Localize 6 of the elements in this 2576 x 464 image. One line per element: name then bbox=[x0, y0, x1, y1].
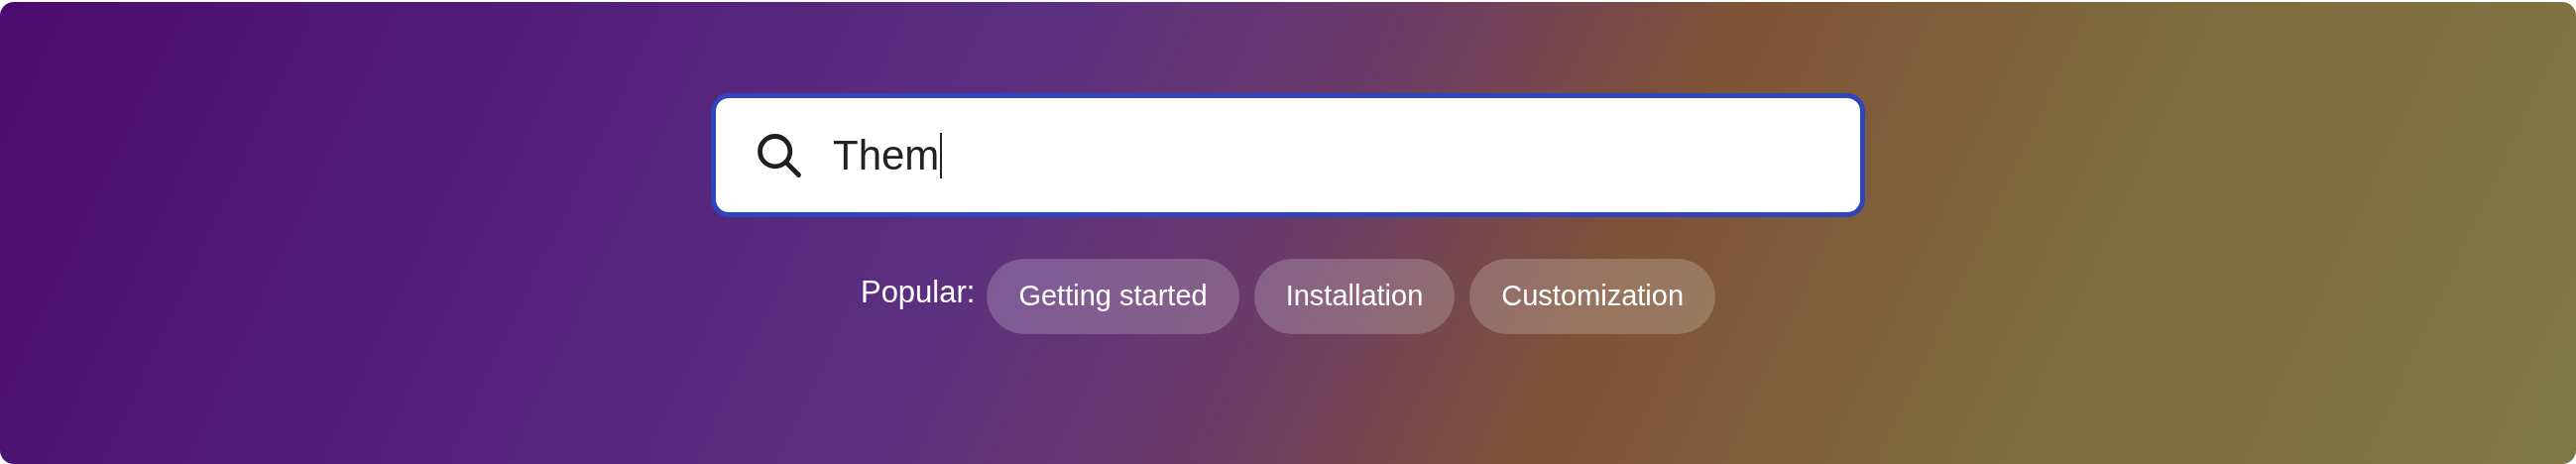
topic-chip[interactable]: Installation bbox=[1253, 259, 1456, 334]
popular-label: Popular: bbox=[860, 273, 976, 311]
search-field[interactable]: Them bbox=[711, 93, 1865, 217]
topic-chip[interactable]: Customization bbox=[1469, 259, 1716, 334]
text-cursor bbox=[940, 132, 943, 178]
topic-chip[interactable]: Getting started bbox=[987, 259, 1239, 334]
